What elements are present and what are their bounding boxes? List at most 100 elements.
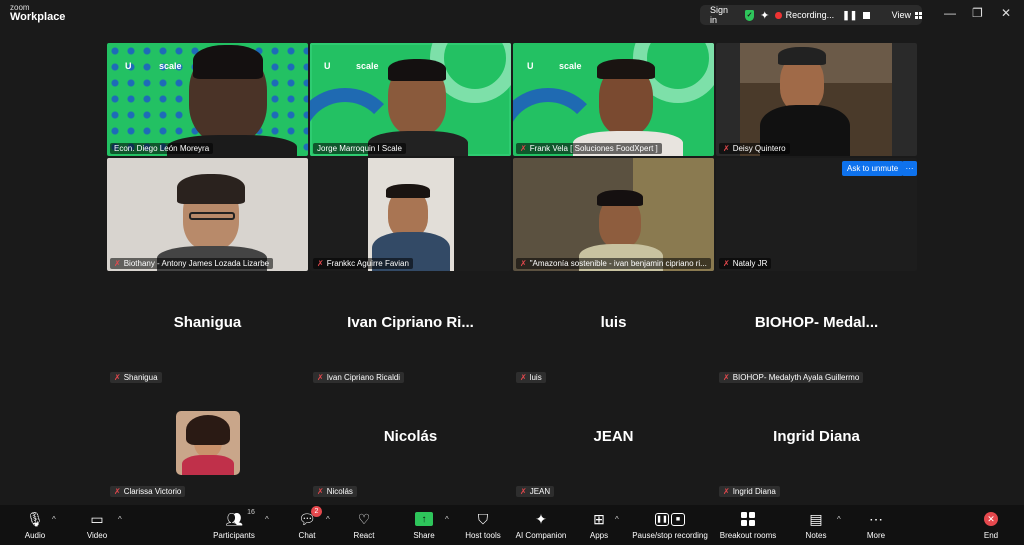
video-tile[interactable]: ✗ Biothany - Antony James Lozada Lizarbe	[107, 158, 308, 271]
participant-name: JEAN	[529, 487, 551, 496]
audio-label: Audio	[24, 531, 46, 540]
end-icon: ✕	[984, 509, 998, 529]
pause-stop-recording-button[interactable]: ❚❚ ■ Pause/stop recording	[632, 509, 708, 540]
participant-name-label: ✗ Ivan Cipriano Ricaldi	[313, 372, 405, 383]
participant-display-name: Nicolás	[383, 428, 438, 445]
end-label: End	[983, 531, 999, 540]
end-meeting-button[interactable]: ✕ End	[956, 509, 1024, 540]
participants-count: 16	[247, 509, 255, 516]
video-tile[interactable]: ✗ Frankkc Aguirre Favian	[310, 158, 511, 271]
participants-button[interactable]: 👥︎ 16 Participants	[199, 509, 269, 540]
tile-more-options-button[interactable]: ···	[902, 161, 917, 176]
avatar	[176, 411, 240, 475]
grid-view-icon[interactable]	[915, 11, 922, 19]
name-tile[interactable]: Nicolás ✗ Nicolás	[310, 386, 511, 499]
video-label: Video	[86, 531, 108, 540]
mic-muted-icon: ✗	[114, 487, 121, 496]
host-tools-label: Host tools	[465, 531, 501, 540]
brand-u: U	[125, 61, 132, 71]
react-label: React	[353, 531, 375, 540]
avatar-hair	[186, 415, 230, 445]
recording-status: Recording...	[785, 10, 835, 20]
notes-icon: ▤	[809, 510, 823, 527]
meeting-info-bar: Sign in ✓ ✦ Recording... ❚❚ View	[700, 5, 922, 25]
video-tile-active-speaker[interactable]: U scale Jorge Marroquin I Scale	[310, 43, 511, 156]
video-tile[interactable]: U scale ✗ Frank Vela [ Soluciones FoodXpe…	[513, 43, 714, 156]
ai-sparkle-icon: ✦	[535, 510, 547, 527]
participant-name-label: ✗ JEAN	[516, 486, 555, 497]
meeting-toolbar: 🎙︎ Audio ^ ▭ Video ^ 👥︎ 16 Participants ^…	[0, 505, 1024, 545]
name-tile[interactable]: luis ✗ luis	[513, 272, 714, 385]
more-button[interactable]: ⋯ More	[841, 509, 911, 541]
chat-unread-badge: 2	[310, 506, 322, 517]
apps-icon: ⊞	[593, 510, 605, 527]
minimize-icon[interactable]: —	[944, 6, 956, 20]
restore-icon[interactable]: ❐	[972, 6, 983, 20]
participant-hair	[778, 47, 826, 65]
glasses	[189, 212, 235, 220]
participant-hair	[193, 45, 263, 79]
audio-options-chevron-icon[interactable]: ^	[52, 515, 56, 524]
ai-companion-label: AI Companion	[515, 531, 567, 540]
participant-display-name: BIOHOP- Medal...	[754, 314, 879, 331]
name-tile[interactable]: Ivan Cipriano Ri... ✗ Ivan Cipriano Rical…	[310, 272, 511, 385]
stop-recording-icon[interactable]	[863, 11, 870, 19]
video-button[interactable]: ▭ Video	[62, 509, 132, 541]
brand-logo: scale	[356, 61, 379, 71]
name-tile[interactable]: BIOHOP- Medal... ✗ BIOHOP- Medalyth Ayala…	[716, 272, 917, 385]
breakout-rooms-button[interactable]: Breakout rooms	[713, 509, 783, 540]
apps-options-chevron-icon[interactable]: ^	[615, 515, 619, 524]
title-bar: zoom Workplace Sign in ✓ ✦ Recording... …	[0, 0, 1024, 30]
video-tile[interactable]: ✗ Deisy Quintero	[716, 43, 917, 156]
more-label: More	[866, 531, 886, 540]
ai-sparkle-icon[interactable]: ✦	[760, 9, 769, 22]
name-tile[interactable]: JEAN ✗ JEAN	[513, 386, 714, 499]
participant-hair	[597, 59, 655, 79]
name-tile[interactable]: Ingrid Diana ✗ Ingrid Diana	[716, 386, 917, 499]
chat-icon: 💬︎ 2	[298, 506, 322, 529]
name-tile[interactable]: Shanigua ✗ Shanigua	[107, 272, 308, 385]
participant-video	[740, 43, 892, 156]
participant-name: Clarissa Victorio	[123, 487, 182, 496]
share-label: Share	[413, 531, 435, 540]
participant-name-label: ✗ Clarissa Victorio	[110, 486, 186, 497]
mic-muted-icon: ✗	[317, 259, 324, 268]
brand-logo: U	[324, 61, 331, 71]
shield-icon[interactable]: ✓	[745, 9, 755, 21]
breakout-rooms-label: Breakout rooms	[719, 531, 777, 540]
participant-name: Biothany - Antony James Lozada Lizarbe	[123, 259, 270, 268]
brand-scale: scale	[356, 61, 379, 71]
mic-muted-icon: ✗	[520, 487, 527, 496]
microphone-icon: 🎙︎	[26, 510, 44, 527]
participant-name-label: ✗ Nataly JR	[719, 258, 772, 269]
participant-name-label: ✗ Shanigua	[110, 372, 162, 383]
pause-stop-label: Pause/stop recording	[632, 531, 708, 540]
participant-name: Econ. Diego León Moreyra	[114, 144, 210, 153]
video-tile[interactable]: U scale Econ. Diego León Moreyra	[107, 43, 308, 156]
audio-button[interactable]: 🎙︎ Audio	[0, 509, 70, 541]
participant-name: Deisy Quintero	[732, 144, 786, 153]
participant-name-label: ✗ BIOHOP- Medalyth Ayala Guillermo	[719, 372, 864, 383]
mic-muted-icon: ✗	[723, 373, 730, 382]
name-tile[interactable]: ✗ Clarissa Victorio	[107, 386, 308, 499]
brand-name: Workplace	[10, 11, 66, 23]
sign-in-button[interactable]: Sign in	[700, 5, 745, 25]
apps-button[interactable]: ⊞ Apps	[564, 509, 634, 541]
participant-hair	[386, 184, 430, 198]
video-options-chevron-icon[interactable]: ^	[118, 515, 122, 524]
pause-recording-icon[interactable]: ❚❚	[842, 10, 857, 21]
video-tile[interactable]: ✗ "Amazonía sostenible - ivan benjamin ci…	[513, 158, 714, 271]
brand-logo: scale	[159, 61, 182, 71]
participant-name-label: ✗ Nicolás	[313, 486, 357, 497]
view-button[interactable]: View	[892, 10, 911, 20]
close-icon[interactable]: ✕	[1001, 6, 1011, 20]
participant-name-label: ✗ Frankkc Aguirre Favian	[313, 258, 413, 269]
participants-options-chevron-icon[interactable]: ^	[265, 515, 269, 524]
participant-hair	[597, 190, 643, 206]
participant-name-label: ✗ Biothany - Antony James Lozada Lizarbe	[110, 258, 274, 269]
ask-to-unmute-button[interactable]: Ask to unmute	[842, 161, 904, 176]
mic-muted-icon: ✗	[520, 373, 527, 382]
participant-display-name: Ivan Cipriano Ri...	[347, 314, 474, 331]
more-icon: ⋯	[869, 510, 883, 527]
participant-name: BIOHOP- Medalyth Ayala Guillermo	[732, 373, 860, 382]
